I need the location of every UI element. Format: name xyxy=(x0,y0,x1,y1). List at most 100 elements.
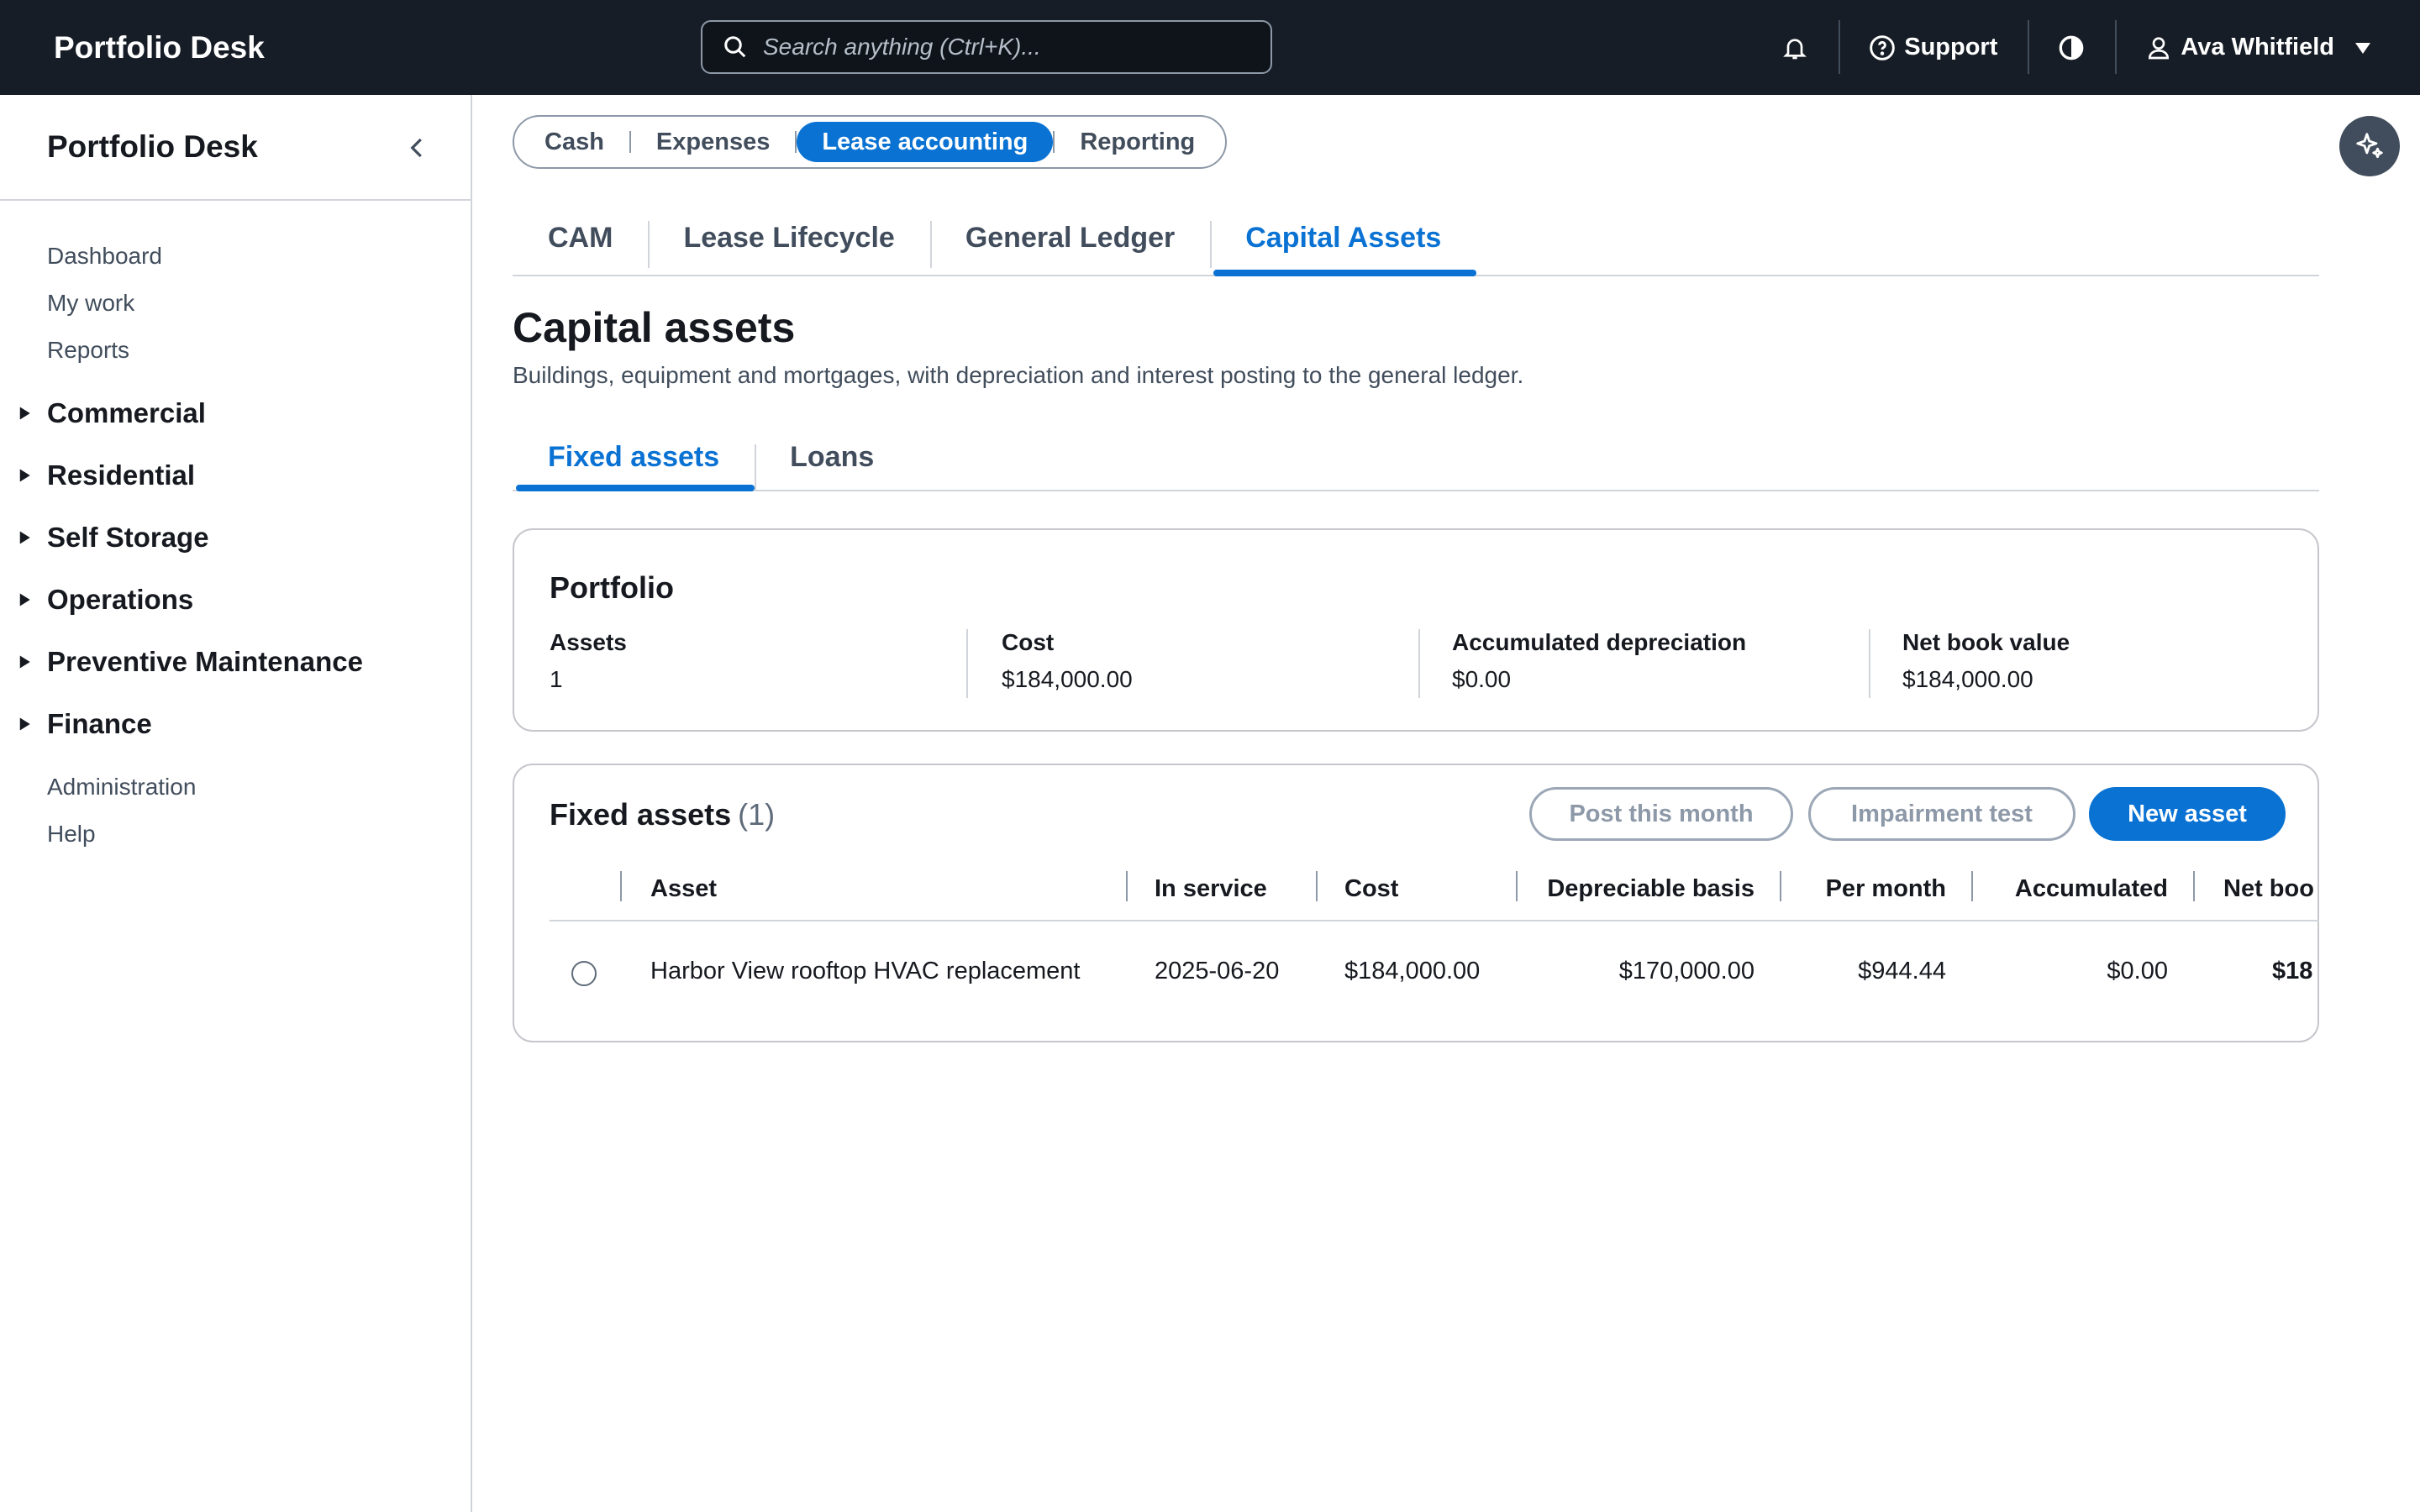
nav-group-label: Operations xyxy=(47,584,194,615)
nav-group-preventive-maintenance[interactable]: Preventive Maintenance xyxy=(0,631,471,693)
nav-link-administration[interactable]: Administration xyxy=(0,764,471,811)
caret-right-icon xyxy=(19,407,30,420)
fixed-assets-table-card: Fixed assets (1) Post this month Impairme… xyxy=(513,764,2319,1042)
side-navigation-title[interactable]: Portfolio Desk xyxy=(47,129,258,165)
segment-reporting[interactable]: Reporting xyxy=(1055,122,1220,162)
side-navigation-header: Portfolio Desk xyxy=(0,95,471,201)
cell-net-book-value: $18 xyxy=(2272,957,2313,984)
theme-toggle-button[interactable] xyxy=(2028,0,2115,95)
ai-assistant-button[interactable] xyxy=(2339,116,2400,176)
caret-right-icon xyxy=(19,469,30,482)
cell-asset[interactable]: Harbor View rooftop HVAC replacement xyxy=(650,940,1081,1002)
top-navigation-bar: Portfolio Desk Support Ava Whitfield xyxy=(0,0,2420,95)
page-description: Buildings, equipment and mortgages, with… xyxy=(513,362,1524,388)
column-header-cost[interactable]: Cost xyxy=(1344,858,1398,920)
metric-value: $0.00 xyxy=(1452,666,1512,692)
nav-group-label: Commercial xyxy=(47,397,206,428)
user-menu-button[interactable]: Ava Whitfield xyxy=(2115,0,2420,95)
nav-group-label: Residential xyxy=(47,459,196,491)
metric-value: 1 xyxy=(550,666,563,692)
column-divider[interactable] xyxy=(1971,871,1973,901)
nav-link-help[interactable]: Help xyxy=(0,811,471,858)
fixed-assets-count: (1) xyxy=(738,797,776,832)
side-navigation: Portfolio Desk Dashboard My work Reports… xyxy=(0,95,472,1512)
segment-cash[interactable]: Cash xyxy=(519,122,629,162)
portfolio-title: Portfolio xyxy=(550,570,674,605)
capital-assets-subtabs: Fixed assets Loans xyxy=(513,424,2319,491)
tab-loans[interactable]: Loans xyxy=(755,424,909,491)
fixed-assets-table: Asset In service Cost Depreciable basis … xyxy=(550,858,2319,1026)
metric-net-book-value: Net book value $184,000.00 xyxy=(1902,629,2070,698)
support-label: Support xyxy=(1904,34,1998,60)
caret-right-icon xyxy=(19,717,30,731)
metric-value: $184,000.00 xyxy=(1902,666,2033,692)
metric-label: Net book value xyxy=(1902,629,2070,655)
column-header-per-month[interactable]: Per month xyxy=(1826,858,1946,920)
cell-per-month: $944.44 xyxy=(1858,957,1946,984)
cell-depreciable-basis: $170,000.00 xyxy=(1618,957,1754,984)
post-this-month-button[interactable]: Post this month xyxy=(1529,787,1793,841)
impairment-test-button[interactable]: Impairment test xyxy=(1808,787,2075,841)
metric-assets: Assets 1 xyxy=(550,629,627,698)
nav-group-finance[interactable]: Finance xyxy=(0,693,471,755)
tab-lease-lifecycle[interactable]: Lease Lifecycle xyxy=(648,201,929,275)
module-segmented-control: Cash Expenses Lease accounting Reporting xyxy=(513,115,1228,169)
nav-link-my-work[interactable]: My work xyxy=(0,280,471,327)
search-icon xyxy=(724,36,746,58)
metric-label: Assets xyxy=(550,629,627,655)
nav-group-operations[interactable]: Operations xyxy=(0,569,471,631)
portfolio-summary-card: Portfolio Assets 1 Cost $184,000.00 Accu… xyxy=(513,528,2319,732)
contrast-icon xyxy=(2060,35,2084,60)
new-asset-button[interactable]: New asset xyxy=(2089,787,2286,841)
column-divider[interactable] xyxy=(1126,871,1128,901)
support-button[interactable]: Support xyxy=(1839,0,2028,95)
metric-value: $184,000.00 xyxy=(1002,666,1133,692)
metric-divider xyxy=(1418,629,1420,698)
column-divider[interactable] xyxy=(1316,871,1318,901)
column-header-net-book-value[interactable]: Net boo xyxy=(2223,858,2314,920)
column-divider xyxy=(620,871,622,901)
segment-lease-accounting[interactable]: Lease accounting xyxy=(797,122,1054,162)
column-divider[interactable] xyxy=(2193,871,2195,901)
column-header-accumulated[interactable]: Accumulated xyxy=(2015,858,2168,920)
nav-group-self-storage[interactable]: Self Storage xyxy=(0,507,471,569)
metric-accumulated-depreciation: Accumulated depreciation $0.00 xyxy=(1452,629,1746,698)
fixed-assets-heading: Fixed assets (1) xyxy=(550,797,775,832)
notifications-button[interactable] xyxy=(1751,0,1839,95)
column-header-depreciable-basis[interactable]: Depreciable basis xyxy=(1547,858,1754,920)
nav-group-commercial[interactable]: Commercial xyxy=(0,382,471,444)
brand-title[interactable]: Portfolio Desk xyxy=(54,0,265,95)
fixed-assets-title: Fixed assets xyxy=(550,797,732,832)
column-header-asset[interactable]: Asset xyxy=(650,858,717,920)
metric-label: Accumulated depreciation xyxy=(1452,629,1747,655)
chevron-left-icon xyxy=(410,138,422,158)
collapse-sidebar-button[interactable] xyxy=(403,134,432,162)
tab-fixed-assets[interactable]: Fixed assets xyxy=(513,424,755,491)
page-title: Capital assets xyxy=(513,304,796,351)
tab-capital-assets[interactable]: Capital Assets xyxy=(1210,201,1477,276)
caret-down-icon xyxy=(2355,42,2370,54)
column-divider[interactable] xyxy=(1516,871,1518,901)
caret-right-icon xyxy=(19,593,30,606)
nav-link-reports[interactable]: Reports xyxy=(0,327,471,374)
help-circle-icon xyxy=(1870,34,1896,60)
tab-cam[interactable]: CAM xyxy=(513,201,648,275)
caret-right-icon xyxy=(19,531,30,544)
nav-group-label: Self Storage xyxy=(47,522,209,553)
global-search[interactable] xyxy=(701,20,1272,74)
cell-in-service: 2025-06-20 xyxy=(1155,957,1280,984)
metric-divider xyxy=(966,629,968,698)
sparkle-icon xyxy=(2356,133,2383,159)
top-actions: Support Ava Whitfield xyxy=(1751,0,2420,95)
row-select-radio[interactable] xyxy=(571,961,597,986)
column-header-in-service[interactable]: In service xyxy=(1155,858,1267,920)
search-input[interactable] xyxy=(763,34,1234,60)
cell-cost: $184,000.00 xyxy=(1344,957,1481,984)
side-navigation-list: Dashboard My work Reports Commercial Res… xyxy=(0,201,471,858)
segment-expenses[interactable]: Expenses xyxy=(631,122,795,162)
tab-general-ledger[interactable]: General Ledger xyxy=(929,201,1210,275)
nav-link-dashboard[interactable]: Dashboard xyxy=(0,233,471,280)
nav-group-residential[interactable]: Residential xyxy=(0,444,471,507)
column-divider[interactable] xyxy=(1780,871,1781,901)
nav-group-label: Finance xyxy=(47,708,152,739)
